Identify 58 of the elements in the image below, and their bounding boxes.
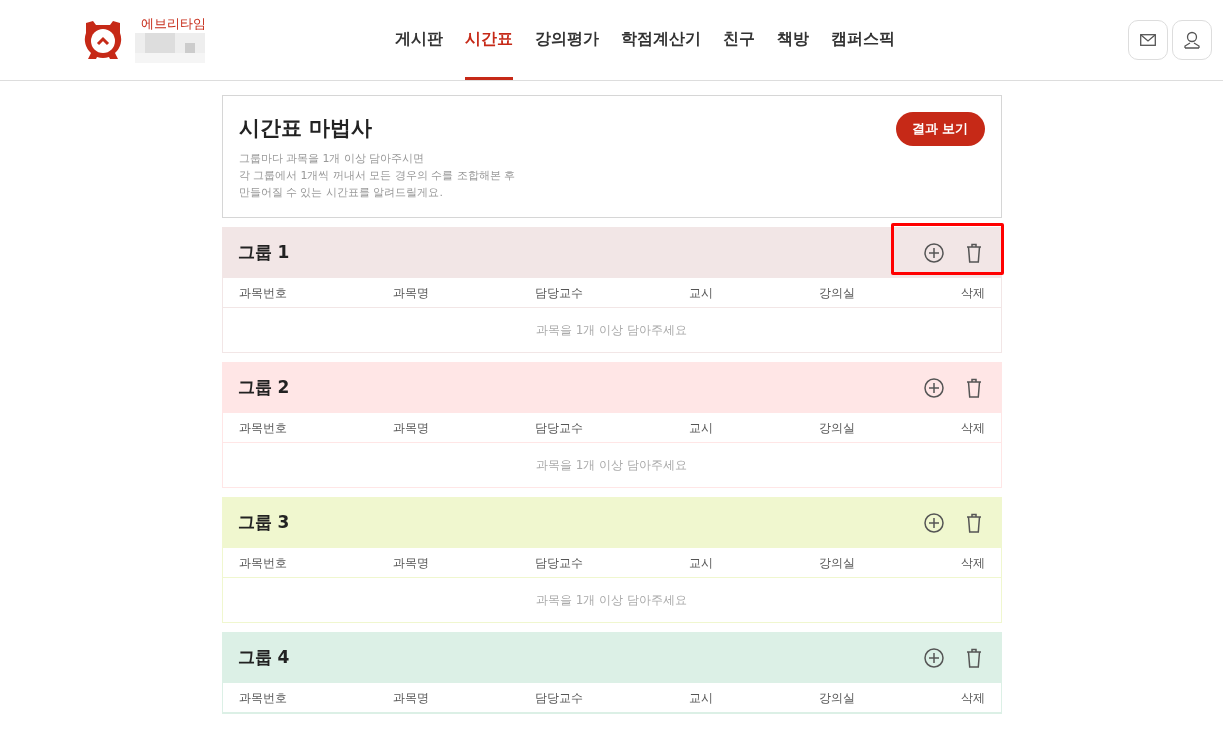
user-icon: [1184, 31, 1200, 49]
empty-message: 과목을 1개 이상 담아주세요: [535, 592, 688, 609]
column-header: 담당교수: [534, 554, 583, 572]
blurred-subtitle: [135, 32, 205, 64]
group-title: 그룹 2: [237, 376, 290, 400]
column-header: 과목명: [392, 554, 429, 572]
message-button[interactable]: [1128, 20, 1168, 60]
column-header: 과목명: [392, 419, 429, 437]
wizard-title: 시간표 마법사: [238, 115, 373, 142]
group-title: 그룹 1: [237, 241, 290, 265]
description-line: 각 그룹에서 1개씩 꺼내서 모든 경우의 수를 조합해본 후: [238, 168, 517, 184]
nav-tab[interactable]: 강의평가: [535, 0, 599, 80]
column-header: 교시: [688, 689, 713, 707]
nav-tab[interactable]: 책방: [777, 0, 809, 80]
column-header: 과목명: [392, 689, 429, 707]
mail-icon: [1140, 34, 1156, 46]
profile-button[interactable]: [1172, 20, 1212, 60]
column-header: 담당교수: [534, 689, 583, 707]
column-header: 과목번호: [238, 554, 287, 572]
trash-icon[interactable]: [965, 243, 982, 263]
add-icon[interactable]: [923, 648, 944, 668]
add-icon[interactable]: [923, 243, 944, 263]
column-header: 강의실: [818, 554, 855, 572]
empty-message: 과목을 1개 이상 담아주세요: [535, 457, 688, 474]
empty-message: 과목을 1개 이상 담아주세요: [535, 322, 688, 339]
group-title: 그룹 3: [237, 511, 290, 535]
nav-tab[interactable]: 학점계산기: [621, 0, 701, 80]
description-line: 만들어질 수 있는 시간표를 알려드릴게요.: [238, 185, 444, 201]
nav-tab[interactable]: 캠퍼스픽: [831, 0, 895, 80]
column-header: 강의실: [818, 689, 855, 707]
trash-icon[interactable]: [965, 378, 982, 398]
column-header: 담당교수: [534, 284, 583, 302]
description-line: 그룹마다 과목을 1개 이상 담아주시면: [238, 151, 426, 167]
brand-name: 에브리타임: [140, 16, 206, 32]
column-header: 교시: [688, 284, 713, 302]
nav-tab[interactable]: 친구: [723, 0, 755, 80]
column-header: 강의실: [818, 419, 855, 437]
column-header: 강의실: [818, 284, 855, 302]
column-header: 담당교수: [534, 419, 583, 437]
column-header: 교시: [688, 554, 713, 572]
column-header: 삭제: [960, 689, 985, 707]
trash-icon[interactable]: [965, 513, 982, 533]
column-header: 삭제: [960, 419, 985, 437]
results-button[interactable]: 결과 보기: [895, 112, 985, 146]
column-header: 교시: [688, 419, 713, 437]
group-title: 그룹 4: [237, 646, 290, 670]
column-header: 삭제: [960, 284, 985, 302]
nav-tab[interactable]: 시간표: [465, 0, 513, 80]
column-header: 삭제: [960, 554, 985, 572]
add-icon[interactable]: [923, 513, 944, 533]
alarm-clock-logo[interactable]: [83, 19, 123, 61]
trash-icon[interactable]: [965, 648, 982, 668]
nav-tab[interactable]: 게시판: [395, 0, 443, 80]
column-header: 과목번호: [238, 689, 287, 707]
column-header: 과목번호: [238, 419, 287, 437]
add-icon[interactable]: [923, 378, 944, 398]
column-header: 과목명: [392, 284, 429, 302]
column-header: 과목번호: [238, 284, 287, 302]
